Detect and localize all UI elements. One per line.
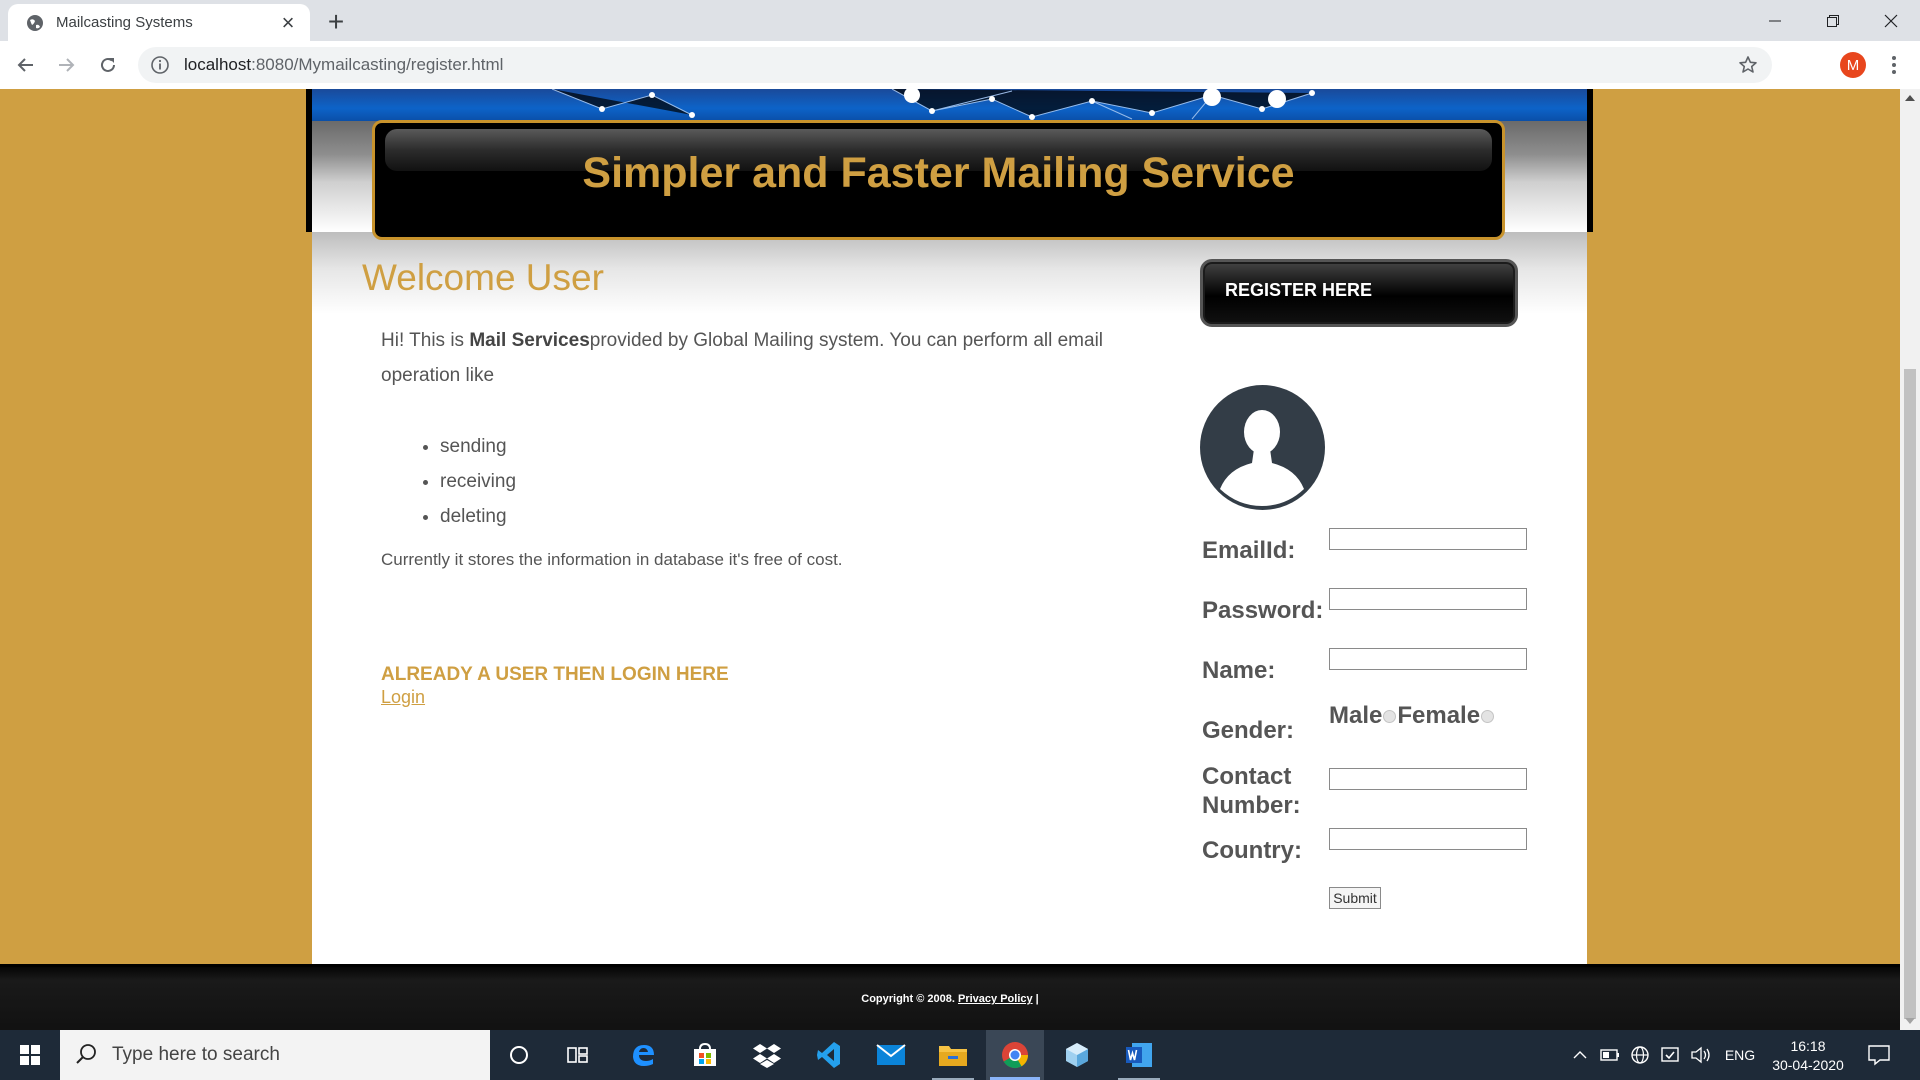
tab-title: Mailcasting Systems	[56, 14, 193, 31]
store-icon[interactable]	[676, 1030, 734, 1080]
cortana-icon[interactable]	[490, 1030, 548, 1080]
privacy-policy-link[interactable]: Privacy Policy	[958, 993, 1033, 1005]
chrome-icon[interactable]	[986, 1030, 1044, 1080]
list-item: deleting	[440, 499, 516, 534]
bookmark-star-icon[interactable]	[1738, 55, 1758, 75]
gender-male-radio[interactable]	[1383, 709, 1397, 723]
back-icon[interactable]	[12, 51, 40, 79]
gender-male-label: Male	[1329, 702, 1383, 729]
vscode-icon[interactable]	[800, 1030, 858, 1080]
contact-number-field[interactable]	[1329, 768, 1527, 790]
footer-text: Copyright © 2008. Privacy Policy |	[861, 993, 1039, 1005]
register-here-button[interactable]: REGISTER HERE	[1200, 259, 1518, 327]
url-text: localhost:8080/Mymailcasting/register.ht…	[184, 55, 504, 74]
intro-paragraph: Hi! This is Mail Servicesprovided by Glo…	[381, 330, 1104, 386]
feature-list: sending receiving deleting	[418, 429, 516, 534]
country-label: Country:	[1202, 837, 1302, 864]
close-window-icon[interactable]	[1862, 0, 1920, 41]
mail-icon[interactable]	[862, 1030, 920, 1080]
show-hidden-icons-icon[interactable]	[1568, 1030, 1592, 1080]
already-user-heading: ALREADY A USER THEN LOGIN HERE	[381, 664, 729, 685]
task-view-icon[interactable]	[550, 1030, 608, 1080]
country-field[interactable]	[1329, 828, 1527, 850]
page-scrollbar[interactable]	[1900, 89, 1920, 1030]
address-bar[interactable]: localhost:8080/Mymailcasting/register.ht…	[138, 47, 1772, 83]
gender-female-radio[interactable]	[1481, 709, 1495, 723]
storage-note: Currently it stores the information in d…	[381, 550, 843, 569]
header-network-banner	[312, 89, 1587, 121]
browser-toolbar: localhost:8080/Mymailcasting/register.ht…	[0, 41, 1920, 90]
site-title: Simpler and Faster Mailing Service	[582, 149, 1295, 197]
login-link[interactable]: Login	[381, 687, 425, 708]
user-avatar-icon	[1200, 385, 1325, 510]
close-tab-icon[interactable]: ×	[276, 10, 300, 35]
email-field[interactable]	[1329, 528, 1527, 550]
register-here-label: REGISTER HERE	[1225, 280, 1373, 300]
password-label: Password:	[1202, 597, 1324, 624]
welcome-heading: Welcome User	[362, 257, 604, 298]
browser-tab-strip: Mailcasting Systems × +	[0, 0, 1920, 41]
profile-avatar[interactable]: M	[1840, 52, 1866, 78]
browser-tab[interactable]: Mailcasting Systems ×	[8, 4, 310, 41]
list-item: receiving	[440, 464, 516, 499]
language-indicator[interactable]: ENG	[1722, 1030, 1758, 1080]
word-icon[interactable]	[1110, 1030, 1168, 1080]
password-field[interactable]	[1329, 588, 1527, 610]
file-explorer-icon[interactable]	[924, 1030, 982, 1080]
globe-icon	[26, 14, 44, 32]
network-globe-icon[interactable]	[1628, 1030, 1652, 1080]
scrollbar-thumb[interactable]	[1904, 369, 1916, 1019]
notification-icon[interactable]	[1866, 1042, 1892, 1068]
browser-menu-icon[interactable]	[1884, 52, 1904, 78]
footer: Copyright © 2008. Privacy Policy |	[0, 964, 1900, 1030]
search-placeholder: Type here to search	[112, 1044, 280, 1065]
list-item: sending	[440, 429, 516, 464]
forward-icon[interactable]	[52, 51, 80, 79]
scroll-down-icon[interactable]	[1905, 1018, 1915, 1024]
minimize-icon[interactable]	[1746, 0, 1804, 41]
info-icon[interactable]	[150, 55, 170, 75]
contact-label: Contact Number:	[1202, 763, 1301, 819]
volume-icon[interactable]	[1688, 1030, 1714, 1080]
reload-icon[interactable]	[94, 51, 122, 79]
submit-button[interactable]: Submit	[1329, 887, 1381, 909]
search-icon	[74, 1042, 100, 1068]
dropbox-icon[interactable]	[738, 1030, 796, 1080]
windows-start-icon[interactable]	[0, 1030, 60, 1080]
intro-bold-text: Mail Services	[469, 330, 590, 351]
clock-time: 16:18	[1790, 1038, 1826, 1054]
taskbar-clock[interactable]: 16:18 30-04-2020	[1760, 1037, 1856, 1075]
windows-taskbar: Type here to search ENG 16:18 30-04-2020	[0, 1030, 1920, 1080]
site-title-plate: Simpler and Faster Mailing Service	[372, 120, 1505, 240]
restore-icon[interactable]	[1804, 0, 1862, 41]
security-icon[interactable]	[1658, 1030, 1682, 1080]
name-label: Name:	[1202, 657, 1276, 684]
new-tab-icon[interactable]: +	[322, 6, 350, 37]
battery-icon[interactable]	[1598, 1030, 1622, 1080]
clock-date: 30-04-2020	[1772, 1057, 1844, 1073]
edge-browser-icon[interactable]	[614, 1030, 672, 1080]
email-label: EmailId:	[1202, 537, 1296, 564]
gender-female-label: Female	[1397, 702, 1481, 729]
gender-label: Gender:	[1202, 717, 1295, 744]
taskbar-search-input[interactable]: Type here to search	[60, 1030, 490, 1080]
page-viewport: Simpler and Faster Mailing Service Welco…	[0, 89, 1900, 1030]
name-field[interactable]	[1329, 648, 1527, 670]
gender-options: Male Female	[1329, 702, 1495, 730]
scroll-up-icon[interactable]	[1905, 95, 1915, 101]
3d-box-icon[interactable]	[1048, 1030, 1106, 1080]
